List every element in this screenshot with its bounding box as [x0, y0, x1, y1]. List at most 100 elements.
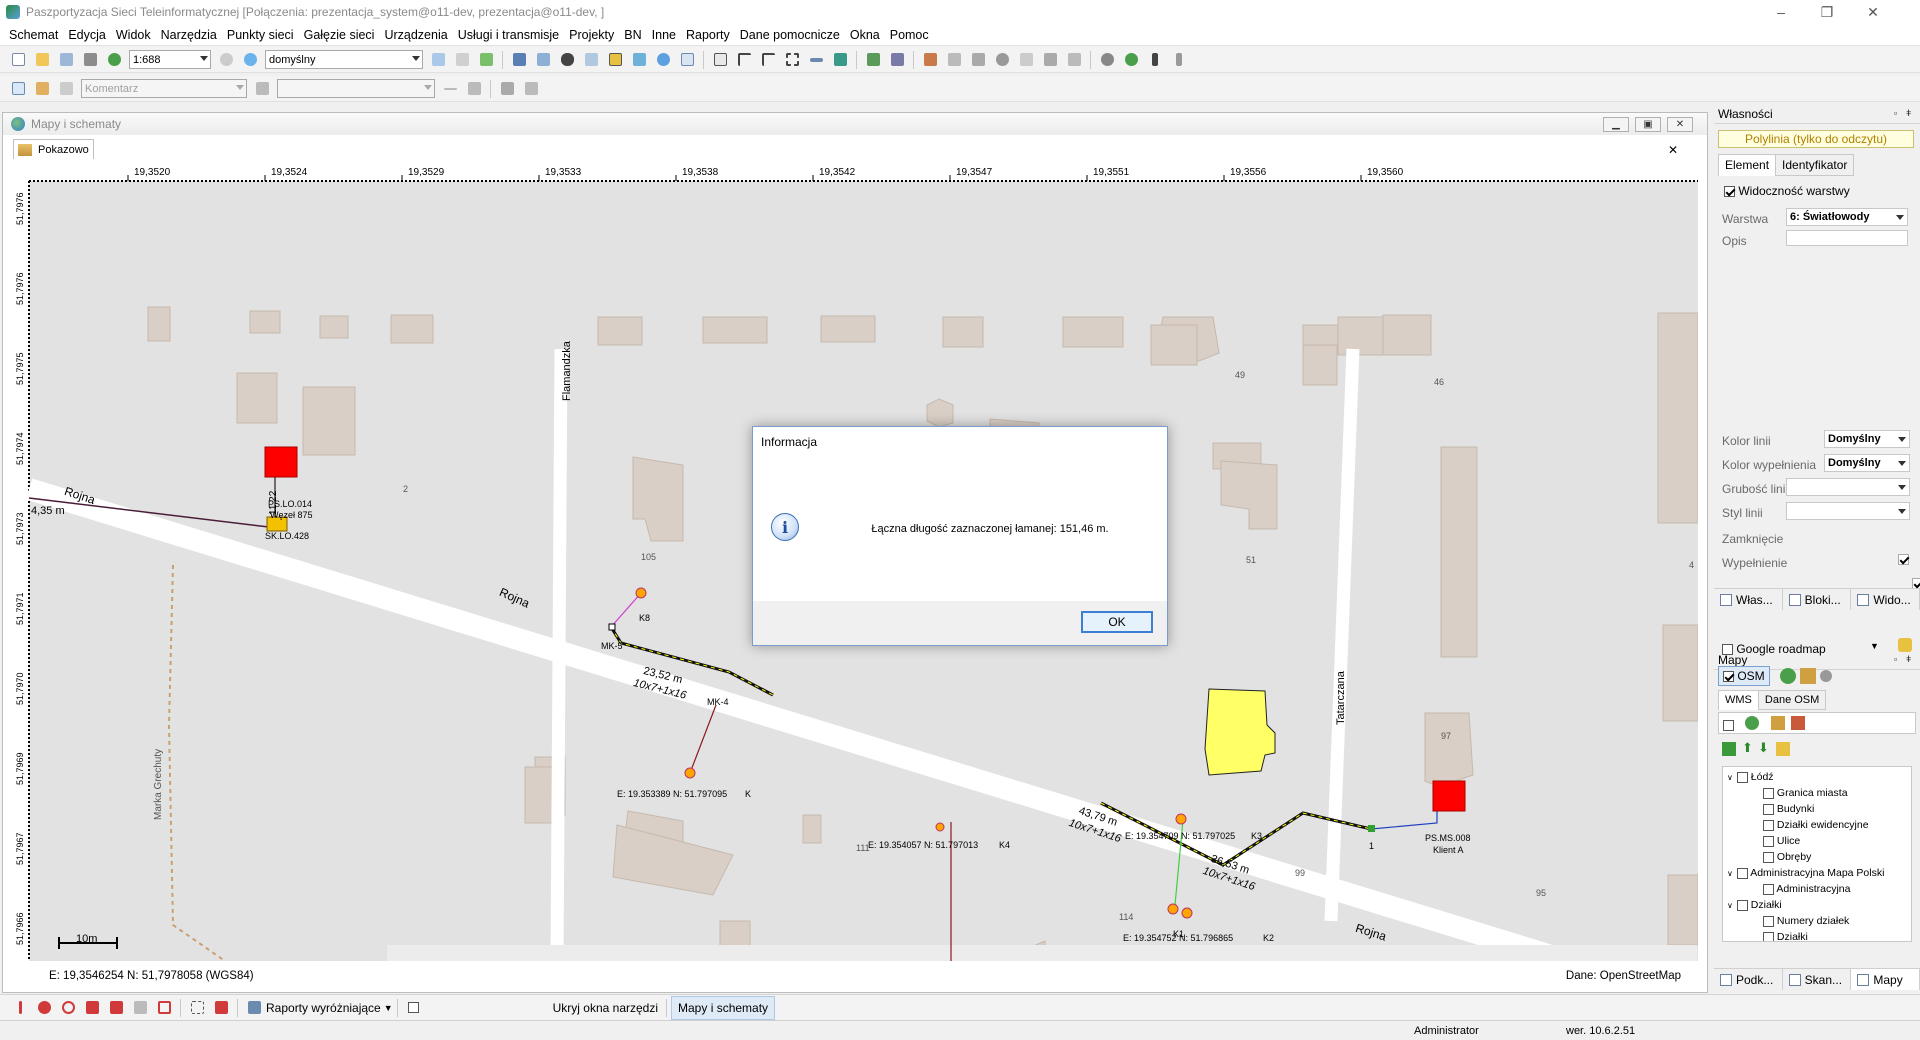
scale-select[interactable]: 1:688 [129, 50, 211, 69]
corner2-icon[interactable] [758, 50, 778, 70]
target-icon[interactable] [58, 998, 78, 1018]
tree-item[interactable]: Działki ewidencyjne [1763, 819, 1869, 831]
tab-bloki[interactable]: Bloki... [1782, 589, 1852, 610]
map-icon[interactable] [476, 50, 496, 70]
menu-punkty-sieci[interactable]: Punkty sieci [222, 28, 299, 42]
expand-icon[interactable] [782, 50, 802, 70]
select-area-icon[interactable] [187, 998, 207, 1018]
visibility-checkbox[interactable] [1724, 186, 1735, 198]
menu-inne[interactable]: Inne [647, 28, 681, 42]
zoom-in-icon[interactable] [240, 50, 260, 70]
corner1-icon[interactable] [734, 50, 754, 70]
tree-item[interactable]: Numery działek [1763, 915, 1849, 927]
stop-icon[interactable] [1040, 50, 1060, 70]
maximize-button[interactable]: ❐ [1804, 0, 1850, 24]
align-icon[interactable] [806, 50, 826, 70]
arrow-up-icon[interactable]: ⬆ [1742, 740, 1753, 756]
menu-projekty[interactable]: Projekty [564, 28, 619, 42]
table-icon[interactable] [533, 50, 553, 70]
delete-red-icon[interactable] [211, 998, 231, 1018]
lock-icon[interactable] [252, 79, 272, 99]
arrow-down-icon[interactable]: ⬇ [1758, 740, 1769, 756]
reports-button[interactable]: Raporty wyróżniające [266, 1001, 381, 1015]
map-restore-button[interactable]: ▣ [1635, 117, 1661, 132]
doc-icon[interactable] [1016, 50, 1036, 70]
eraser-icon[interactable] [1064, 50, 1084, 70]
pin-icon[interactable]: ǂ [1906, 108, 1916, 118]
tree-checkbox[interactable] [1736, 899, 1748, 911]
antenna-icon[interactable] [1145, 50, 1165, 70]
tree-checkbox[interactable] [1763, 787, 1774, 799]
tree-checkbox[interactable] [1736, 771, 1748, 783]
pen-icon[interactable] [10, 998, 30, 1018]
info-icon[interactable] [653, 50, 673, 70]
antenna2-icon[interactable] [1169, 50, 1189, 70]
comment-select[interactable]: Komentarz [81, 79, 247, 98]
report-icon[interactable] [244, 998, 264, 1018]
connect-icon[interactable] [887, 50, 907, 70]
tree-item[interactable]: ∨ Administracyjna Mapa Polski [1727, 867, 1884, 879]
select-icon[interactable] [509, 50, 529, 70]
warstwa-select[interactable]: 6: Światłowody [1786, 208, 1908, 226]
add-icon[interactable] [1722, 742, 1736, 756]
export-icon[interactable] [863, 50, 883, 70]
globe-icon[interactable] [1745, 716, 1759, 730]
menu-uslugi[interactable]: Usługi i transmisje [453, 28, 564, 42]
menu-widok[interactable]: Widok [111, 28, 156, 42]
style-select[interactable]: domyślny [265, 50, 423, 69]
open-folder-icon[interactable] [32, 50, 52, 70]
tree-checkbox[interactable] [1763, 803, 1774, 815]
tab-close-icon[interactable]: ✕ [1668, 143, 1678, 157]
close-x-icon[interactable] [521, 79, 541, 99]
square-red2-icon[interactable] [106, 998, 126, 1018]
maps-schemes-button[interactable]: Mapy i schematy [671, 995, 776, 1020]
tree-checkbox[interactable] [1763, 851, 1774, 863]
print-icon[interactable] [80, 50, 100, 70]
zamkniecie-checkbox[interactable] [1898, 554, 1909, 566]
styl-select[interactable] [1786, 502, 1910, 520]
close-button[interactable]: ✕ [1850, 0, 1896, 24]
tree-item[interactable]: Ulice [1763, 835, 1800, 847]
settings-icon[interactable] [920, 50, 940, 70]
tab-mapy[interactable]: Mapy [1851, 969, 1920, 990]
tab-skany[interactable]: Skan... [1782, 969, 1852, 990]
flag-icon[interactable] [581, 50, 601, 70]
draw-line-icon[interactable] [56, 79, 76, 99]
hide-tools-button[interactable]: Ukryj okna narzędzi [553, 1001, 658, 1015]
kolor-linii-select[interactable]: Domyślny [1824, 430, 1910, 448]
tree-item[interactable]: Działki [1763, 931, 1808, 941]
tree-checkbox[interactable] [1763, 915, 1774, 927]
eraser-icon[interactable] [1820, 670, 1832, 682]
tab-element[interactable]: Element [1718, 154, 1777, 176]
tab-widok[interactable]: Wido... [1851, 589, 1920, 610]
pin-icon[interactable]: ǂ [1906, 654, 1916, 664]
preview-icon[interactable] [56, 50, 76, 70]
globe-icon[interactable] [1780, 668, 1796, 684]
minimize-button[interactable]: – [1758, 0, 1804, 24]
tab-dane-osm[interactable]: Dane OSM [1758, 690, 1827, 710]
link-icon[interactable] [497, 79, 517, 99]
tree-checkbox[interactable] [1763, 819, 1774, 831]
binoculars-icon[interactable] [557, 50, 577, 70]
google-roadmap-option[interactable]: Google roadmap [1722, 642, 1826, 656]
layer-icon[interactable] [428, 50, 448, 70]
line-tool-icon[interactable] [440, 79, 460, 99]
menu-bn[interactable]: BN [619, 28, 646, 42]
google-checkbox[interactable] [1722, 644, 1733, 656]
refresh-icon[interactable] [104, 50, 124, 70]
area-icon[interactable] [629, 50, 649, 70]
tab-wlasnosci[interactable]: Włas... [1714, 589, 1783, 610]
tab-podklady[interactable]: Podk... [1714, 969, 1783, 990]
opis-field[interactable] [1786, 230, 1908, 246]
map-icon[interactable] [1776, 742, 1790, 756]
tree-checkbox[interactable] [1736, 867, 1748, 879]
chevron-down-icon[interactable]: ∨ [1727, 773, 1733, 782]
menu-dane-pomocnicze[interactable]: Dane pomocnicze [735, 28, 845, 42]
remove-icon[interactable] [1791, 716, 1805, 730]
globe-icon[interactable] [1121, 50, 1141, 70]
square-red-icon[interactable] [82, 998, 102, 1018]
tree-item[interactable]: Budynki [1763, 803, 1814, 815]
map-close-button[interactable]: ✕ [1667, 117, 1693, 132]
chevron-down-icon[interactable]: ∨ [1727, 869, 1733, 878]
tab-identyfikator[interactable]: Identyfikator [1776, 154, 1855, 176]
